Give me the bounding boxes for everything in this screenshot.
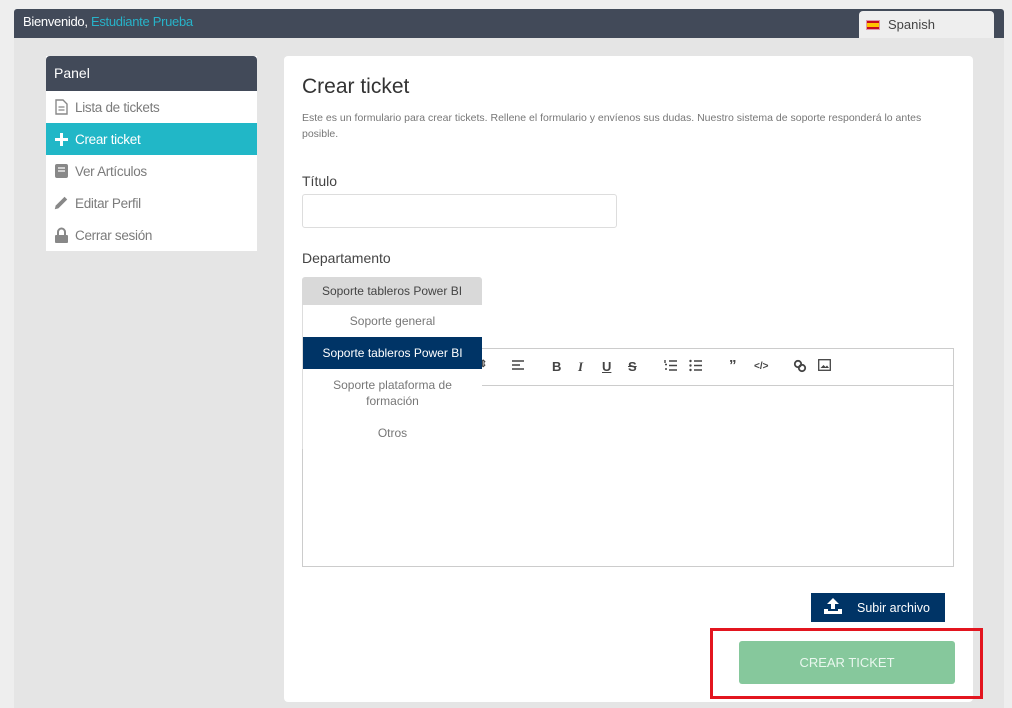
- create-ticket-button[interactable]: CREAR TICKET: [739, 641, 955, 684]
- department-dropdown[interactable]: Soporte tableros Power BI: [302, 277, 482, 305]
- title-label: Título: [302, 173, 338, 189]
- book-icon: [53, 163, 69, 179]
- ordered-list-icon[interactable]: [664, 359, 678, 375]
- language-selector[interactable]: Spanish: [859, 11, 994, 38]
- user-name-link[interactable]: Estudiante Prueba: [91, 14, 193, 29]
- top-bar: Bienvenido, Estudiante Prueba Spanish: [14, 9, 1004, 38]
- image-icon[interactable]: [818, 359, 831, 374]
- code-block-icon[interactable]: </>: [754, 361, 768, 372]
- sidebar-item-articles[interactable]: Ver Artículos: [46, 155, 257, 187]
- sidebar-item-ticket-list[interactable]: Lista de tickets: [46, 91, 257, 123]
- department-option[interactable]: Soporte general: [303, 305, 482, 337]
- form-description: Este es un formulario para crear tickets…: [302, 112, 922, 140]
- department-option[interactable]: Otros: [303, 417, 482, 449]
- upload-label: Subir archivo: [857, 600, 930, 615]
- file-icon: [53, 99, 69, 115]
- italic-icon[interactable]: I: [578, 359, 583, 375]
- sidebar-item-create-ticket[interactable]: Crear ticket: [46, 123, 257, 155]
- blockquote-icon[interactable]: ”: [729, 357, 737, 374]
- plus-icon: [53, 131, 69, 147]
- sidebar-item-label: Crear ticket: [75, 131, 141, 147]
- sidebar-item-label: Lista de tickets: [75, 99, 160, 115]
- department-label: Departamento: [302, 250, 391, 266]
- department-options: Soporte general Soporte tableros Power B…: [302, 305, 482, 449]
- lock-icon: [53, 227, 69, 243]
- upload-icon: [823, 597, 843, 618]
- align-left-icon[interactable]: [511, 359, 525, 374]
- sidebar-item-label: Cerrar sesión: [75, 227, 153, 243]
- department-option-selected[interactable]: Soporte tableros Power BI: [303, 337, 482, 369]
- pencil-icon: [53, 195, 69, 211]
- create-ticket-form: Crear ticket Este es un formulario para …: [284, 56, 973, 702]
- strikethrough-icon[interactable]: S: [628, 359, 637, 374]
- sidebar-item-edit-profile[interactable]: Editar Perfil: [46, 187, 257, 219]
- sidebar-item-label: Ver Artículos: [75, 163, 147, 179]
- language-label: Spanish: [888, 17, 935, 32]
- upload-file-button[interactable]: Subir archivo: [811, 593, 945, 622]
- department-option[interactable]: Soporte plataforma de formación: [303, 369, 482, 417]
- sidebar-item-label: Editar Perfil: [75, 195, 141, 211]
- bullet-list-icon[interactable]: [689, 359, 703, 375]
- underline-icon[interactable]: U: [602, 359, 611, 374]
- sidebar-panel: Panel Lista de tickets Crear ticket Ver …: [46, 56, 257, 251]
- bold-icon[interactable]: B: [552, 359, 561, 374]
- page-title: Crear ticket: [302, 75, 410, 98]
- title-input[interactable]: [302, 194, 617, 228]
- sidebar-item-logout[interactable]: Cerrar sesión: [46, 219, 257, 251]
- welcome-text: Bienvenido, Estudiante Prueba: [23, 14, 193, 29]
- welcome-label: Bienvenido,: [23, 14, 88, 29]
- link-icon[interactable]: [793, 359, 807, 376]
- spain-flag-icon: [866, 19, 880, 30]
- sidebar-title: Panel: [46, 56, 257, 91]
